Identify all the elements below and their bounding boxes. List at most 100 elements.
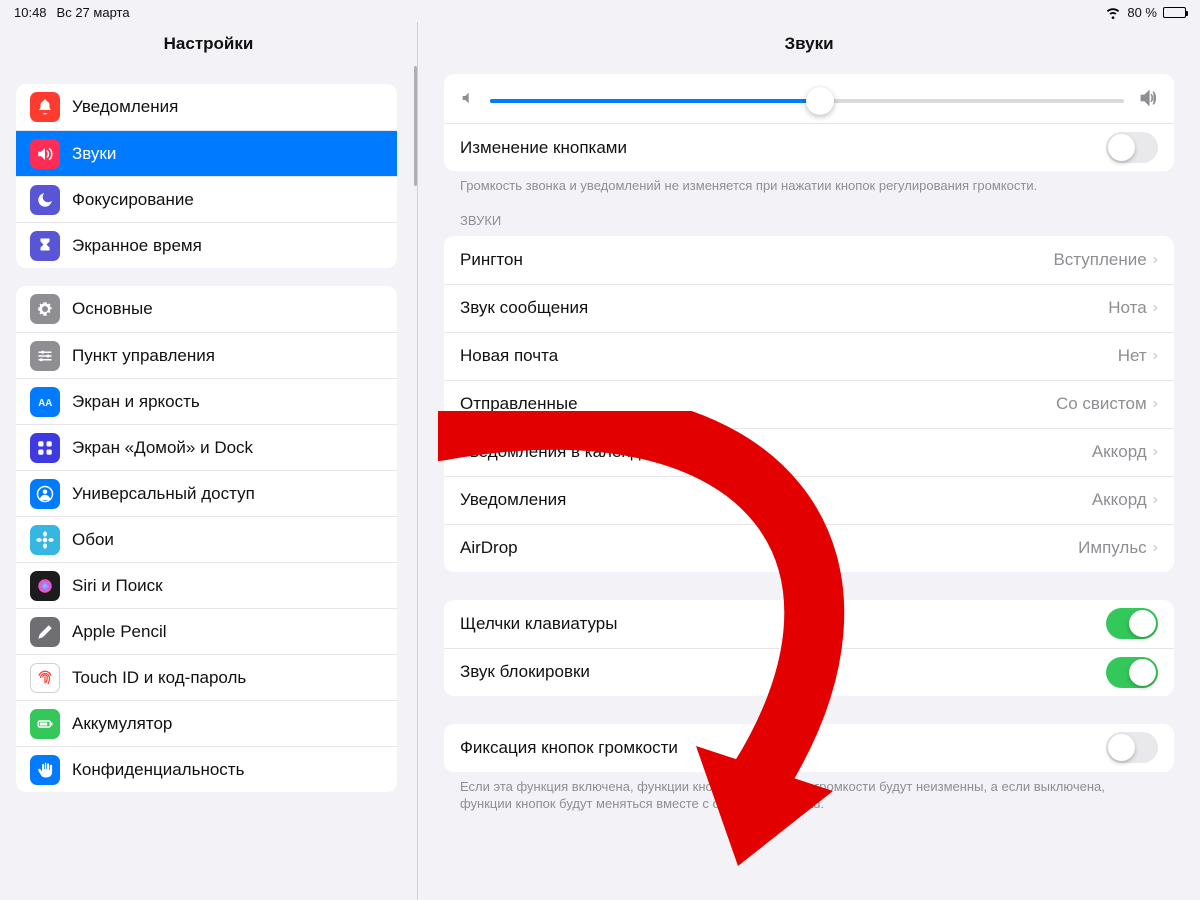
sidebar-item-siri-и-поиск[interactable]: Siri и Поиск bbox=[16, 562, 397, 608]
sidebar-item-label: Экран «Домой» и Dock bbox=[72, 438, 253, 458]
battery-icon bbox=[30, 709, 60, 739]
pencil-icon bbox=[30, 617, 60, 647]
sound-row[interactable]: Отправленные Со свистом › bbox=[444, 380, 1174, 428]
sound-row[interactable]: Рингтон Вступление › bbox=[444, 236, 1174, 284]
sidebar-item-экран-домой-и-dock[interactable]: Экран «Домой» и Dock bbox=[16, 424, 397, 470]
sidebar-item-apple-pencil[interactable]: Apple Pencil bbox=[16, 608, 397, 654]
lock-volume-buttons-toggle[interactable] bbox=[1106, 732, 1158, 763]
svg-text:AA: AA bbox=[38, 397, 52, 408]
hourglass-icon bbox=[30, 231, 60, 261]
sidebar-item-label: Touch ID и код-пароль bbox=[72, 668, 246, 688]
flower-icon bbox=[30, 525, 60, 555]
chevron-right-icon: › bbox=[1153, 491, 1158, 509]
panel-title: Звуки bbox=[418, 22, 1200, 66]
sidebar-item-label: Уведомления bbox=[72, 97, 178, 117]
bell-icon bbox=[30, 92, 60, 122]
volume-slider-row bbox=[444, 74, 1174, 123]
sound-label: Отправленные bbox=[460, 394, 578, 414]
sidebar-item-аккумулятор[interactable]: Аккумулятор bbox=[16, 700, 397, 746]
chevron-right-icon: › bbox=[1153, 299, 1158, 317]
sidebar-item-label: Основные bbox=[72, 299, 153, 319]
moon-icon bbox=[30, 185, 60, 215]
sound-value: Аккорд bbox=[1092, 442, 1147, 462]
toggle-label: Звук блокировки bbox=[460, 662, 590, 682]
sidebar-item-конфиденциальность[interactable]: Конфиденциальность bbox=[16, 746, 397, 792]
lock-footer: Если эта функция включена, функции кнопо… bbox=[460, 778, 1158, 813]
status-date: Вс 27 марта bbox=[57, 5, 130, 20]
sounds-section-header: ЗВУКИ bbox=[460, 213, 1158, 228]
lock-volume-buttons-label: Фиксация кнопок громкости bbox=[460, 738, 678, 758]
sound-value: Нота bbox=[1108, 298, 1146, 318]
sound-label: Звук сообщения bbox=[460, 298, 588, 318]
toggle-row[interactable]: Звук блокировки bbox=[444, 648, 1174, 696]
gear-icon bbox=[30, 294, 60, 324]
sidebar-item-label: Экранное время bbox=[72, 236, 202, 256]
sidebar-item-label: Siri и Поиск bbox=[72, 576, 163, 596]
chevron-right-icon: › bbox=[1153, 539, 1158, 557]
lock-volume-buttons-row[interactable]: Фиксация кнопок громкости bbox=[444, 724, 1174, 772]
sidebar-item-label: Экран и яркость bbox=[72, 392, 200, 412]
volume-footer: Громкость звонка и уведомлений не изменя… bbox=[460, 177, 1158, 195]
sliders-icon bbox=[30, 341, 60, 371]
sidebar-item-основные[interactable]: Основные bbox=[16, 286, 397, 332]
sound-row[interactable]: Новая почта Нет › bbox=[444, 332, 1174, 380]
fingerprint-icon bbox=[30, 663, 60, 693]
sidebar-item-универсальный-доступ[interactable]: Универсальный доступ bbox=[16, 470, 397, 516]
sidebar-item-обои[interactable]: Обои bbox=[16, 516, 397, 562]
sidebar-item-label: Конфиденциальность bbox=[72, 760, 244, 780]
status-time: 10:48 bbox=[14, 5, 47, 20]
sidebar-item-label: Звуки bbox=[72, 144, 116, 164]
chevron-right-icon: › bbox=[1153, 251, 1158, 269]
hand-icon bbox=[30, 755, 60, 785]
sidebar-title: Настройки bbox=[0, 22, 417, 66]
chevron-right-icon: › bbox=[1153, 443, 1158, 461]
sound-value: Вступление bbox=[1053, 250, 1146, 270]
sidebar-item-label: Фокусирование bbox=[72, 190, 194, 210]
sound-row[interactable]: Уведомления в календарях Аккорд › bbox=[444, 428, 1174, 476]
toggle-row[interactable]: Щелчки клавиатуры bbox=[444, 600, 1174, 648]
sound-row[interactable]: AirDrop Импульс › bbox=[444, 524, 1174, 572]
sidebar-item-экранное-время[interactable]: Экранное время bbox=[16, 222, 397, 268]
chevron-right-icon: › bbox=[1153, 347, 1158, 365]
sound-value: Импульс bbox=[1078, 538, 1147, 558]
toggle-switch[interactable] bbox=[1106, 608, 1158, 639]
sidebar-item-label: Apple Pencil bbox=[72, 622, 167, 642]
sidebar-item-label: Обои bbox=[72, 530, 114, 550]
sound-value: Нет bbox=[1118, 346, 1147, 366]
sidebar-item-фокусирование[interactable]: Фокусирование bbox=[16, 176, 397, 222]
status-bar: 10:48 Вс 27 марта 80 % bbox=[0, 0, 1200, 22]
toggle-label: Щелчки клавиатуры bbox=[460, 614, 617, 634]
sound-label: Уведомления в календарях bbox=[460, 442, 677, 462]
speaker-high-icon bbox=[1138, 88, 1158, 113]
person-icon bbox=[30, 479, 60, 509]
sound-value: Аккорд bbox=[1092, 490, 1147, 510]
sidebar-item-экран-и-яркость[interactable]: AA Экран и яркость bbox=[16, 378, 397, 424]
sound-label: Уведомления bbox=[460, 490, 566, 510]
toggle-switch[interactable] bbox=[1106, 657, 1158, 688]
speaker-low-icon bbox=[460, 90, 476, 111]
sound-label: AirDrop bbox=[460, 538, 518, 558]
sidebar-item-уведомления[interactable]: Уведомления bbox=[16, 84, 397, 130]
change-with-buttons-toggle[interactable] bbox=[1106, 132, 1158, 163]
sidebar-item-звуки[interactable]: Звуки bbox=[16, 130, 397, 176]
volume-slider[interactable] bbox=[490, 99, 1124, 103]
sound-value: Со свистом bbox=[1056, 394, 1147, 414]
battery-percent: 80 % bbox=[1127, 5, 1157, 20]
sidebar-item-touch-id-и-код-пароль[interactable]: Touch ID и код-пароль bbox=[16, 654, 397, 700]
sound-label: Рингтон bbox=[460, 250, 523, 270]
sound-row[interactable]: Звук сообщения Нота › bbox=[444, 284, 1174, 332]
chevron-right-icon: › bbox=[1153, 395, 1158, 413]
wifi-icon bbox=[1105, 5, 1121, 19]
sidebar-item-пункт-управления[interactable]: Пункт управления bbox=[16, 332, 397, 378]
sound-row[interactable]: Уведомления Аккорд › bbox=[444, 476, 1174, 524]
settings-panel: Звуки Изменение кнопками bbox=[418, 22, 1200, 900]
speaker-icon bbox=[30, 139, 60, 169]
aa-icon: AA bbox=[30, 387, 60, 417]
change-with-buttons-label: Изменение кнопками bbox=[460, 138, 627, 158]
change-with-buttons-row[interactable]: Изменение кнопками bbox=[444, 123, 1174, 171]
grid-icon bbox=[30, 433, 60, 463]
battery-icon bbox=[1163, 7, 1186, 18]
scrollbar[interactable] bbox=[414, 66, 417, 186]
siri-icon bbox=[30, 571, 60, 601]
sidebar-item-label: Пункт управления bbox=[72, 346, 215, 366]
